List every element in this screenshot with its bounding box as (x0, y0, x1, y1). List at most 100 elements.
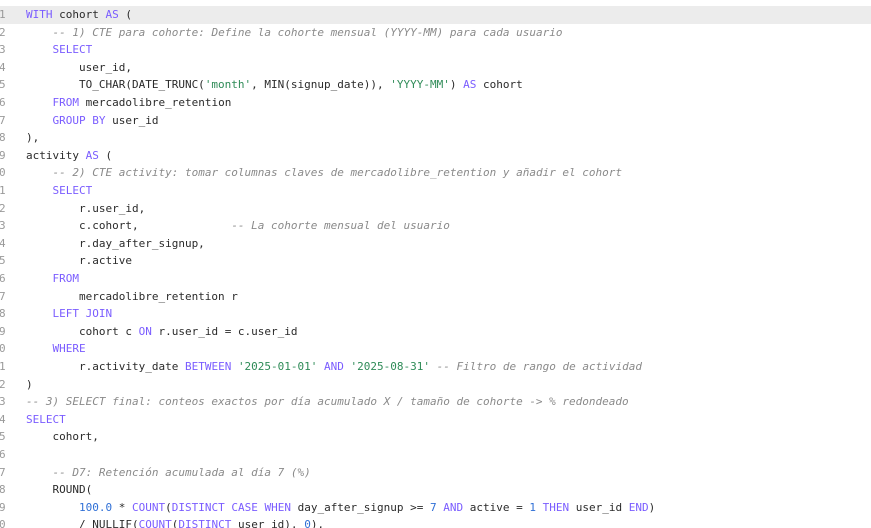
code-text: r.user_id, (26, 200, 145, 218)
line-number: 4 (0, 412, 6, 426)
code-line[interactable]: 4 SELECT (0, 411, 871, 429)
line-number: 8 (0, 483, 6, 497)
code-token-text: r.activity_date (26, 360, 185, 373)
code-token-string: '2025-08-31' (350, 360, 431, 373)
code-text: cohort c ON r.user_id = c.user_id (26, 323, 298, 341)
code-token-comment: -- 3) SELECT final: conteos exactos por … (26, 395, 629, 409)
code-line[interactable]: 7 GROUP BY user_id (0, 112, 871, 130)
code-token-keyword: AS (85, 148, 99, 162)
code-token-keyword: SELECT (52, 184, 93, 197)
code-token-comment: -- 1) CTE para cohorte: Define la cohort… (52, 25, 563, 39)
code-token-text: ( (165, 500, 172, 514)
code-line[interactable]: 4 r.day_after_signup, (0, 235, 871, 253)
code-line[interactable]: 2) (0, 376, 871, 394)
code-line[interactable]: 3 -- 3) SELECT final: conteos exactos por… (0, 393, 871, 411)
code-token-text: ) (449, 78, 464, 92)
code-token-keyword: SELECT (52, 43, 93, 57)
line-number: 5 (0, 254, 6, 268)
code-line[interactable]: 6 (0, 446, 871, 464)
code-line[interactable]: 7 mercadolibre_retention r (0, 288, 871, 306)
code-text: FROM mercadolibre_retention (26, 94, 232, 112)
code-text: TO_CHAR(DATE_TRUNC('month', MIN(signup_d… (26, 76, 523, 94)
code-text: SELECT (26, 182, 93, 200)
code-line[interactable]: 0 WHERE (0, 340, 871, 358)
line-number: 1 (0, 184, 6, 197)
code-text: LEFT JOIN (26, 305, 113, 323)
code-token-keyword: ON (138, 324, 152, 338)
code-token-comment: -- D7: Retención acumulada al día 7 (%) (52, 465, 311, 479)
code-token-keyword: AND (443, 500, 464, 514)
code-line[interactable]: 2 r.user_id, (0, 200, 871, 218)
code-line[interactable]: 5 r.active (0, 252, 871, 270)
code-line[interactable]: 3 c.cohort, -- La cohorte mensual del us… (0, 217, 871, 235)
code-token-text: c.cohort, (26, 219, 232, 233)
code-token-keyword: WITH (26, 8, 53, 21)
code-line[interactable]: 8 ROUND( (0, 481, 871, 499)
code-token-keyword: AS (105, 8, 119, 21)
code-line[interactable]: 0 / NULLIF(COUNT(DISTINCT user_id), 0), (0, 516, 871, 528)
line-number: 3 (0, 395, 6, 409)
code-line[interactable]: 6 FROM (0, 270, 871, 288)
code-line[interactable]: 5 TO_CHAR(DATE_TRUNC('month', MIN(signup… (0, 76, 871, 94)
code-text: ROUND( (26, 481, 92, 499)
code-token-keyword: FROM (52, 272, 80, 285)
line-number: 2 (0, 201, 6, 215)
line-number: 2 (0, 377, 6, 391)
code-token-string: 'YYYY-MM' (390, 78, 450, 92)
code-token-keyword: THEN (542, 500, 570, 514)
code-line[interactable]: 2 -- 1) CTE para cohorte: Define la coho… (0, 24, 871, 42)
code-line[interactable]: 3 SELECT (0, 41, 871, 59)
code-line[interactable]: 8 LEFT JOIN (0, 305, 871, 323)
code-token-keyword: LEFT JOIN (52, 307, 113, 321)
code-line[interactable]: 9 activity AS ( (0, 147, 871, 165)
line-number: 9 (0, 148, 6, 162)
code-token-text: mercadolibre_retention (79, 96, 232, 109)
code-token-keyword: COUNT (138, 518, 172, 528)
line-number: 9 (0, 324, 6, 338)
code-line[interactable]: 8), (0, 129, 871, 147)
code-editor[interactable]: 1 WITH cohort AS (2 -- 1) CTE para cohort… (0, 0, 871, 528)
code-token-text: ROUND( (26, 483, 93, 497)
code-line[interactable]: 9 100.0 * COUNT(DISTINCT CASE WHEN day_a… (0, 499, 871, 517)
code-line[interactable]: 4 user_id, (0, 59, 871, 77)
code-text: activity AS ( (26, 147, 112, 165)
code-line[interactable]: 1 SELECT (0, 182, 871, 200)
code-token-number: 0 (304, 518, 311, 528)
code-token-text: activity (26, 148, 86, 162)
code-token-number: 7 (430, 500, 437, 514)
code-text: cohort, (26, 428, 98, 446)
code-line[interactable]: 7 -- D7: Retención acumulada al día 7 (%… (0, 464, 871, 482)
code-token-text: cohort (476, 78, 523, 92)
code-line[interactable]: 5 cohort, (0, 428, 871, 446)
code-token-keyword: END (628, 500, 649, 514)
code-line[interactable]: 6 FROM mercadolibre_retention (0, 94, 871, 112)
code-token-text: user_id (105, 113, 159, 127)
code-token-text: r.day_after_signup, (26, 236, 205, 250)
code-text: r.active (26, 252, 132, 270)
code-line[interactable]: 1 r.activity_date BETWEEN '2025-01-01' A… (0, 358, 871, 376)
line-number: 3 (0, 43, 6, 57)
line-number: 5 (0, 430, 6, 444)
code-line[interactable]: 1 WITH cohort AS ( (0, 6, 871, 24)
code-line[interactable]: 9 cohort c ON r.user_id = c.user_id (0, 323, 871, 341)
line-number: 3 (0, 219, 6, 233)
code-text: ), (26, 129, 39, 147)
code-token-keyword: AND (324, 360, 344, 373)
line-number: 6 (0, 448, 6, 461)
code-token-text: ( (98, 148, 113, 162)
code-token-text: cohort c (26, 324, 139, 338)
line-number: 7 (0, 289, 6, 303)
code-text: 100.0 * COUNT(DISTINCT CASE WHEN day_aft… (26, 499, 655, 517)
code-line[interactable]: 0 -- 2) CTE activity: tomar columnas cla… (0, 164, 871, 182)
code-token-text: ( (118, 8, 132, 21)
code-token-text: cohort (52, 8, 106, 21)
